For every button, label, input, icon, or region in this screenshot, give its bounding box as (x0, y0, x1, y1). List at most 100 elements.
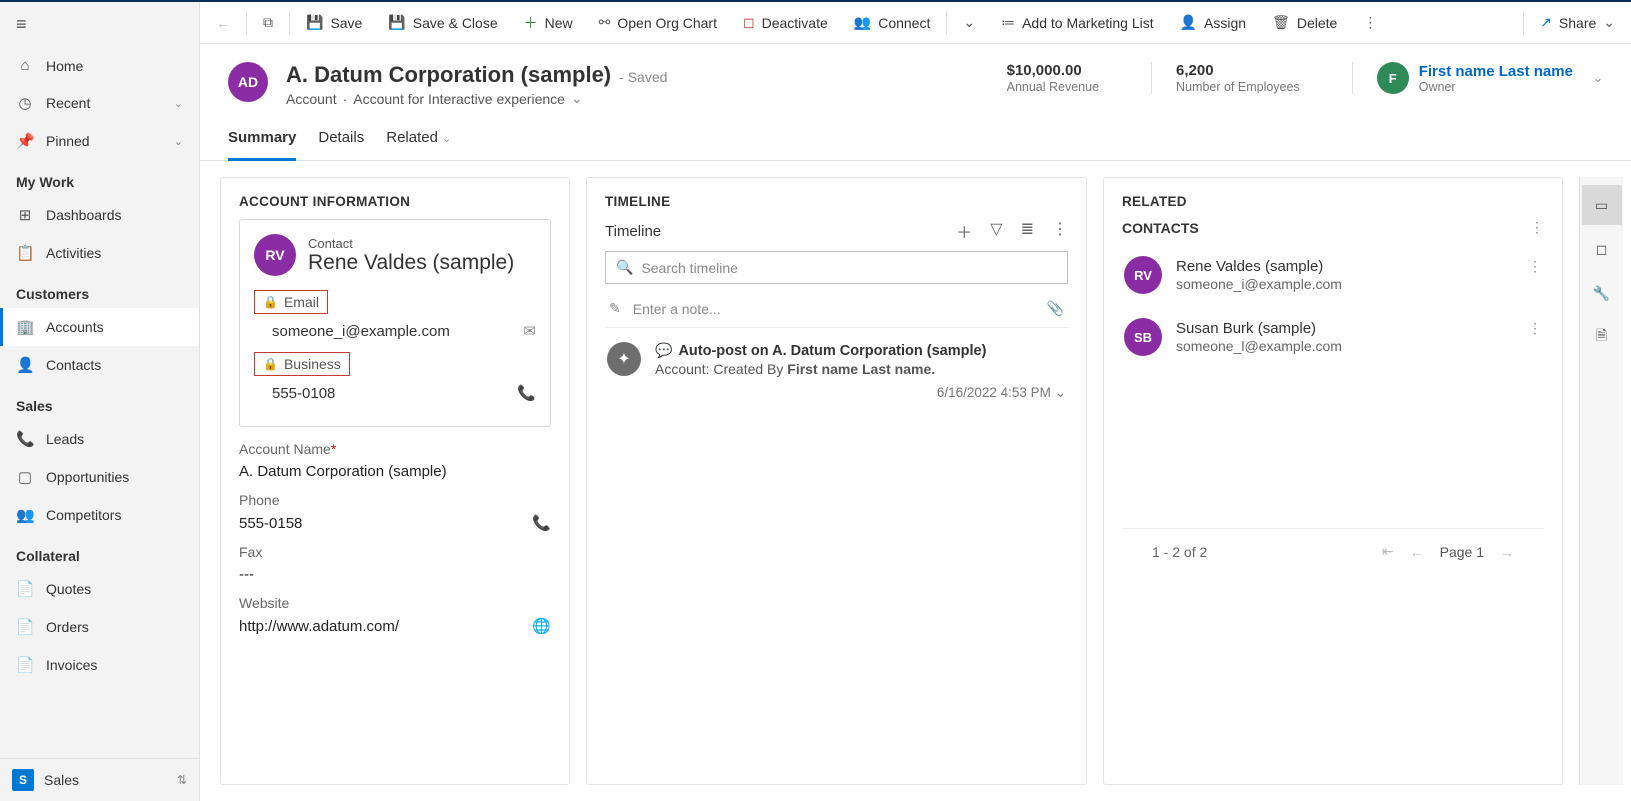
record-title: A. Datum Corporation (sample) (286, 62, 611, 88)
share-button[interactable]: ↗Share⌄ (1528, 8, 1627, 37)
nav-pinned[interactable]: 📌Pinned⌄ (0, 122, 199, 160)
next-page-icon[interactable]: → (1500, 544, 1514, 560)
save-button[interactable]: 💾Save (294, 8, 374, 37)
orgchart-icon: ⚯ (599, 14, 611, 31)
save-close-icon: 💾 (388, 14, 405, 31)
field-website[interactable]: Website http://www.adatum.com/🌐 (239, 595, 551, 635)
prev-page-icon[interactable]: ← (1410, 544, 1424, 560)
tab-details[interactable]: Details (318, 121, 364, 160)
contact-label: Contact (308, 236, 514, 251)
nav-label: Opportunities (46, 469, 129, 485)
nav-activities[interactable]: 📋Activities (0, 234, 199, 272)
nav-label: Dashboards (46, 207, 122, 223)
phone-icon[interactable]: 📞 (517, 384, 536, 402)
more-vertical-icon[interactable]: ⋮ (1528, 258, 1542, 275)
nav-section-sales: Sales (0, 384, 199, 420)
overflow-button[interactable]: ⋮ (1351, 8, 1389, 37)
owner-block[interactable]: F First name Last name Owner ⌄ (1352, 62, 1603, 94)
panel-title: TIMELINE (605, 194, 1068, 209)
chevron-down-icon: ⌄ (442, 133, 451, 145)
chevron-down-icon[interactable]: ⌄ (1055, 385, 1066, 400)
related-contact[interactable]: RV Rene Valdes (sample)someone_i@example… (1122, 244, 1544, 306)
connect-dropdown[interactable]: ⌄ (951, 8, 987, 37)
phone-icon[interactable]: 📞 (532, 514, 551, 532)
pager: 1 - 2 of 2 ⇤ ← Page 1 → (1122, 528, 1544, 564)
nav-label: Contacts (46, 357, 101, 373)
tab-summary[interactable]: Summary (228, 121, 296, 161)
rail-document-icon[interactable]: 🗎 (1582, 317, 1622, 357)
timeline-search[interactable]: 🔍 Search timeline (605, 251, 1068, 284)
delete-button[interactable]: 🗑Delete (1260, 8, 1349, 37)
nav-quotes[interactable]: 📄Quotes (0, 570, 199, 608)
save-icon: 💾 (306, 14, 323, 31)
chevron-down-icon[interactable]: ⌄ (571, 90, 583, 107)
timeline-panel: TIMELINE Timeline ＋ ▽ ≣ ⋮ 🔍 Search timel… (586, 177, 1087, 785)
rail-assistant-icon[interactable]: ▭ (1582, 185, 1622, 225)
timeline-item[interactable]: ✦ 💬Auto-post on A. Datum Corporation (sa… (605, 328, 1068, 415)
add-marketing-button[interactable]: ≔Add to Marketing List (989, 8, 1166, 37)
field-fax[interactable]: Fax --- (239, 544, 551, 583)
nav-accounts[interactable]: 🏢Accounts (0, 308, 199, 346)
popout-icon: ⧉ (263, 14, 273, 31)
more-vertical-icon: ⋮ (1363, 14, 1377, 31)
globe-icon[interactable]: 🌐 (532, 617, 551, 635)
deactivate-button[interactable]: ◻Deactivate (731, 8, 840, 37)
updown-icon[interactable]: ⇅ (177, 773, 187, 787)
contact-avatar: RV (254, 234, 296, 276)
record-avatar: AD (228, 62, 268, 102)
contact-email[interactable]: someone_i@example.com (272, 323, 450, 340)
related-contact[interactable]: SB Susan Burk (sample)someone_l@example.… (1122, 306, 1544, 368)
contacts-heading: CONTACTS (1122, 220, 1199, 236)
field-phone[interactable]: Phone 555-0158📞 (239, 492, 551, 532)
nav-competitors[interactable]: 👥Competitors (0, 496, 199, 534)
phone-icon: 📞 (16, 430, 34, 448)
nav-dashboards[interactable]: ⊞ Dashboards (0, 196, 199, 234)
lock-icon: 🔒 (263, 357, 278, 371)
nav-label: Activities (46, 245, 101, 261)
clock-icon: ◷ (16, 94, 34, 112)
nav-contacts[interactable]: 👤Contacts (0, 346, 199, 384)
assign-button[interactable]: 👤Assign (1168, 8, 1258, 37)
sidebar-footer[interactable]: S Sales ⇅ (0, 758, 199, 801)
nav-invoices[interactable]: 📄Invoices (0, 646, 199, 684)
rail-panel-icon[interactable]: ◻ (1582, 229, 1622, 269)
rail-wrench-icon[interactable]: 🔧 (1582, 273, 1622, 313)
nav-recent[interactable]: ◷Recent⌄ (0, 84, 199, 122)
related-panel: RELATED CONTACTS ⋮ RV Rene Valdes (sampl… (1103, 177, 1563, 785)
mail-icon[interactable]: ✉ (523, 322, 536, 340)
more-vertical-icon[interactable]: ⋮ (1052, 219, 1068, 243)
first-page-icon[interactable]: ⇤ (1382, 543, 1394, 560)
pager-page: Page 1 (1440, 544, 1484, 560)
nav-label: Leads (46, 431, 84, 447)
opportunity-icon: ▢ (16, 468, 34, 486)
tab-related[interactable]: Related⌄ (386, 121, 451, 160)
nav-leads[interactable]: 📞 Leads (0, 420, 199, 458)
open-new-window-button[interactable]: ⧉ (251, 8, 285, 37)
connect-button[interactable]: 👥Connect (842, 8, 943, 37)
nav-label: Pinned (46, 133, 90, 149)
chevron-down-icon[interactable]: ⌄ (1593, 71, 1603, 85)
filter-icon[interactable]: ▽ (990, 219, 1002, 243)
nav-opportunities[interactable]: ▢ Opportunities (0, 458, 199, 496)
contact-name[interactable]: Rene Valdes (sample) (308, 251, 514, 275)
hamburger-icon[interactable]: ≡ (0, 2, 199, 47)
field-account-name[interactable]: Account Name* A. Datum Corporation (samp… (239, 441, 551, 480)
timeline-note-input[interactable]: ✎ Enter a note... 📎 (605, 290, 1068, 328)
add-icon[interactable]: ＋ (956, 219, 972, 243)
home-icon: ⌂ (16, 57, 34, 74)
attachment-icon[interactable]: 📎 (1047, 300, 1064, 317)
sidebar: ≡ ⌂Home ◷Recent⌄ 📌Pinned⌄ My Work ⊞Dashb… (0, 2, 200, 801)
back-button[interactable]: ← (204, 9, 242, 37)
contact-card: RV Contact Rene Valdes (sample) 🔒Email s… (239, 219, 551, 427)
deactivate-icon: ◻ (743, 14, 755, 31)
dashboard-icon: ⊞ (16, 206, 34, 224)
save-close-button[interactable]: 💾Save & Close (376, 8, 509, 37)
new-button[interactable]: ＋New (512, 7, 585, 39)
more-vertical-icon[interactable]: ⋮ (1528, 320, 1542, 337)
contact-phone[interactable]: 555-0108 (272, 385, 335, 402)
more-vertical-icon[interactable]: ⋮ (1530, 219, 1544, 236)
nav-orders[interactable]: 📄Orders (0, 608, 199, 646)
nav-home[interactable]: ⌂Home (0, 47, 199, 84)
org-chart-button[interactable]: ⚯Open Org Chart (587, 8, 729, 37)
sort-icon[interactable]: ≣ (1021, 219, 1034, 243)
